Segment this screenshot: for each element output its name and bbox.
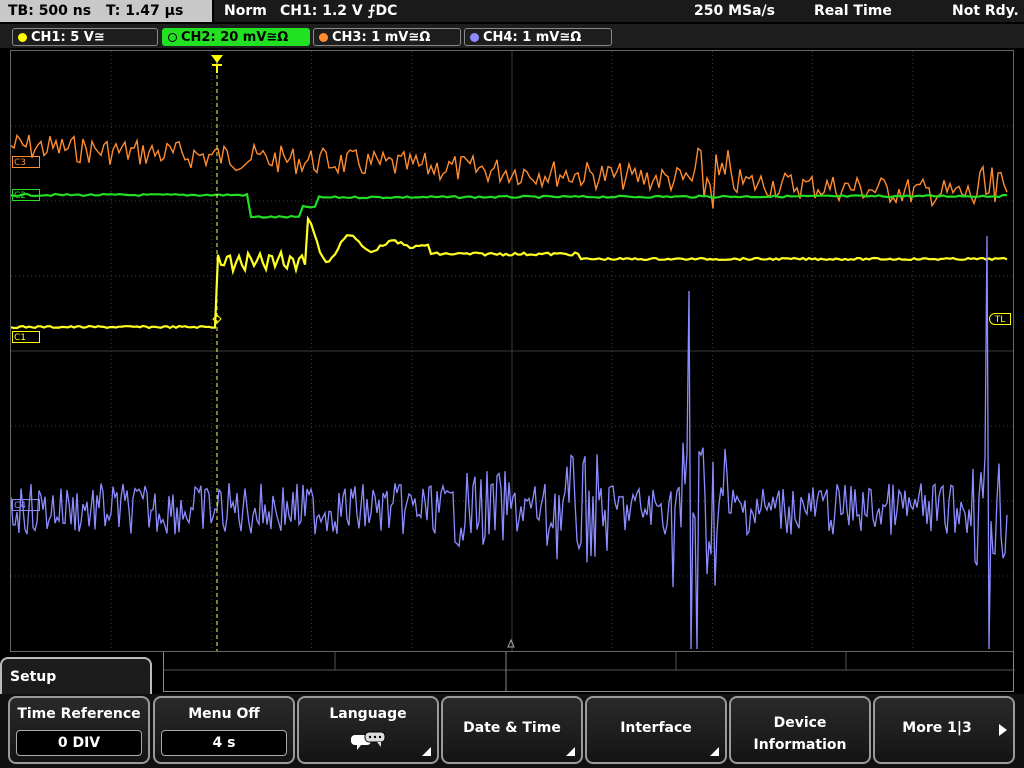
next-page-arrow-icon — [999, 724, 1007, 736]
acquisition-mode: Real Time — [814, 3, 892, 19]
channel-tab-ch4[interactable]: CH4: 1 mV≅Ω — [464, 28, 612, 46]
softkey-label: Time Reference — [17, 706, 141, 722]
channel-bar: CH1: 5 V≅ CH2: 20 mV≅Ω CH3: 1 mV≅Ω CH4: … — [0, 24, 1024, 48]
ch1-offset-marker[interactable]: C1 — [12, 331, 40, 343]
graticule — [11, 51, 1013, 651]
menu-off-value[interactable]: 4 s — [161, 730, 287, 756]
ch4-trace — [11, 235, 1008, 650]
status-bar: Norm CH1: 1.2 V ⨍DC 250 MSa/s Real Time … — [214, 0, 1024, 22]
time-reference-button[interactable]: Time Reference 0 DIV — [8, 696, 150, 764]
more-button[interactable]: More 1|3 — [873, 696, 1015, 764]
marker-label: C3 — [14, 158, 27, 168]
trigger-source[interactable]: CH1: 1.2 V ⨍DC — [280, 0, 397, 22]
trigger-position-icon[interactable] — [211, 55, 223, 73]
language-button[interactable]: Language — [297, 696, 439, 764]
ch4-offset-marker[interactable]: C4 — [12, 499, 40, 511]
softkey-label: Interface — [620, 720, 692, 736]
channel-label: CH1: 5 V≅ — [31, 30, 105, 45]
ch3-offset-marker[interactable]: C3 — [12, 156, 40, 168]
submenu-corner-icon — [710, 747, 719, 756]
waveform-svg — [11, 51, 1013, 651]
channel-tab-ch3[interactable]: CH3: 1 mV≅Ω — [313, 28, 461, 46]
channel-label: CH4: 1 mV≅Ω — [483, 30, 582, 45]
softkey-label: More 1|3 — [902, 720, 972, 736]
menu-info-area — [163, 652, 1015, 692]
channel-tab-ch2[interactable]: CH2: 20 mV≅Ω — [162, 28, 310, 46]
menu-title-tab: Setup — [0, 657, 152, 697]
acquisition-state: Not Rdy. — [952, 3, 1019, 19]
time-reference-value[interactable]: 0 DIV — [16, 730, 142, 756]
menu-info-grid — [164, 652, 1015, 692]
channel-label: CH2: 20 mV≅Ω — [181, 30, 289, 45]
ch1-trace — [11, 215, 1008, 330]
channel-label: CH3: 1 mV≅Ω — [332, 30, 431, 45]
marker-label: C2 — [14, 191, 27, 201]
ch3-dot-icon — [319, 33, 328, 42]
marker-label: C4 — [14, 501, 27, 511]
interface-button[interactable]: Interface — [585, 696, 727, 764]
date-time-button[interactable]: Date & Time — [441, 696, 583, 764]
ch2-trace — [11, 192, 1008, 219]
center-marker-icon — [507, 638, 515, 648]
submenu-corner-icon — [566, 747, 575, 756]
softkey-label: Date & Time — [463, 720, 561, 736]
softkey-label: Language — [329, 706, 407, 722]
submenu-corner-icon — [422, 747, 431, 756]
marker-label: TL — [994, 315, 1006, 325]
menu-off-button[interactable]: Menu Off 4 s — [153, 696, 295, 764]
menu-title: Setup — [10, 669, 57, 685]
marker-label: C1 — [14, 333, 27, 343]
softkey-label-line2: Information — [753, 737, 847, 753]
ch2-offset-marker[interactable]: C2 — [12, 189, 40, 201]
timebase-display[interactable]: TB: 500 ns T: 1.47 µs — [0, 0, 212, 22]
ch2-dot-icon — [168, 33, 177, 42]
ch4-dot-icon — [470, 33, 479, 42]
trigger-mode[interactable]: Norm — [224, 0, 267, 22]
softkey-label: Menu Off — [188, 706, 260, 722]
channel-tab-ch1[interactable]: CH1: 5 V≅ — [12, 28, 158, 46]
device-information-button[interactable]: Device Information — [729, 696, 871, 764]
softkey-label-line1: Device — [773, 715, 827, 731]
softkey-bar: Time Reference 0 DIV Menu Off 4 s Langua… — [0, 694, 1024, 768]
timebase-value: TB: 500 ns — [8, 3, 92, 19]
trigger-level-marker[interactable]: TL — [989, 313, 1011, 325]
trigger-time-value: T: 1.47 µs — [105, 3, 184, 19]
ch1-dot-icon — [18, 33, 27, 42]
waveform-display[interactable]: C3 C2 C1 C4 TL — [10, 50, 1014, 652]
sample-rate: 250 MSa/s — [694, 3, 776, 19]
language-speech-bubble-icon — [351, 731, 386, 750]
